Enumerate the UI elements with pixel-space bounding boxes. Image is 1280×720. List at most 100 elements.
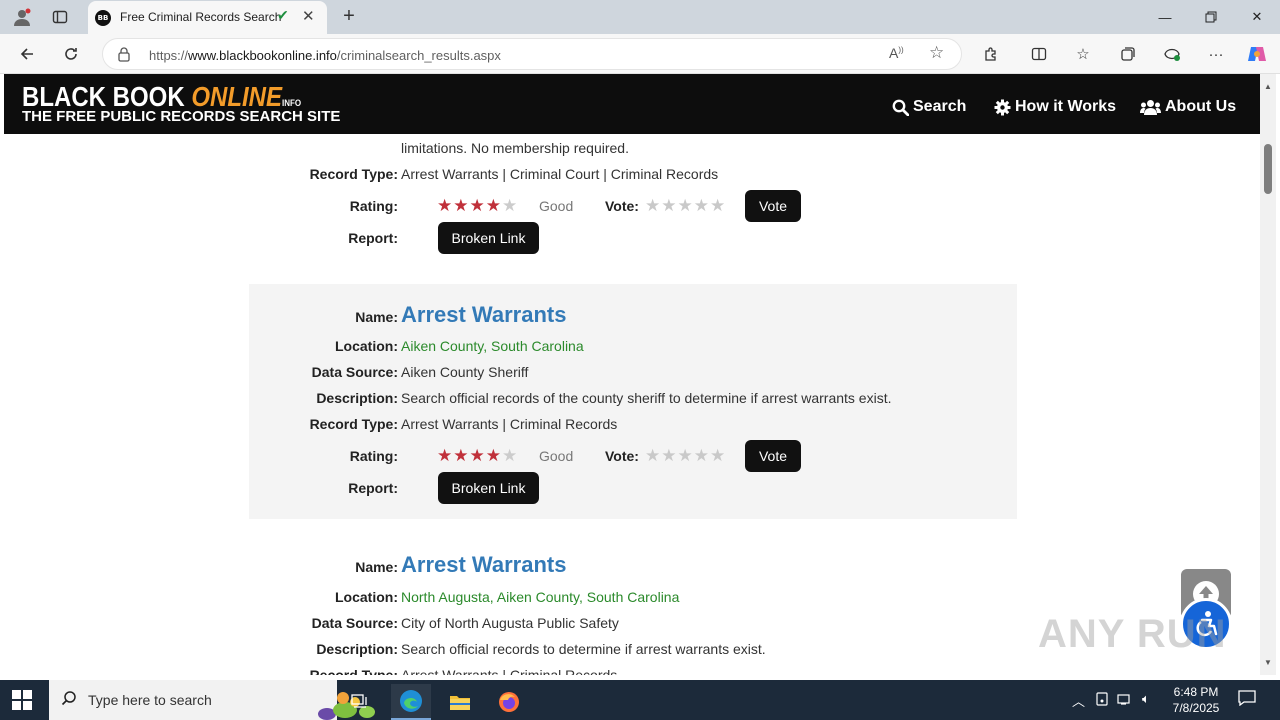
star-icon: ★ xyxy=(485,446,501,465)
search-icon xyxy=(892,99,909,116)
vote-label: Vote: xyxy=(605,198,639,214)
record-type-label: Record Type: xyxy=(309,166,398,182)
lock-icon[interactable] xyxy=(117,46,131,65)
wifi-icon[interactable] xyxy=(1117,691,1133,708)
clock-time: 6:48 PM xyxy=(1173,685,1219,699)
description-label: Description: xyxy=(316,641,398,657)
broken-link-button[interactable]: Broken Link xyxy=(438,472,539,504)
rating-label: Rating: xyxy=(349,448,398,464)
nav-search[interactable]: Search xyxy=(892,98,966,116)
results-page: limitations. No membership required. Rec… xyxy=(4,134,1260,675)
vote-button[interactable]: Vote xyxy=(745,440,801,472)
site-tagline: THE FREE PUBLIC RECORDS SEARCH SITE xyxy=(22,108,341,125)
favorite-star-icon[interactable]: ☆ xyxy=(929,43,944,63)
record-data-source: Aiken County Sheriff xyxy=(401,364,529,380)
firefox-icon[interactable] xyxy=(489,684,529,720)
copilot-icon[interactable] xyxy=(1246,43,1268,65)
scroll-down-icon[interactable]: ▼ xyxy=(1264,658,1272,667)
vote-star-icon[interactable]: ★ xyxy=(678,197,693,214)
nav-about-us[interactable]: About Us xyxy=(1140,98,1236,116)
location-link[interactable]: Aiken County xyxy=(401,338,483,354)
split-screen-icon[interactable] xyxy=(1028,43,1050,65)
vote-star-icon[interactable]: ★ xyxy=(710,197,725,214)
browser-essentials-icon[interactable] xyxy=(1161,43,1183,65)
page-scrollbar[interactable]: ▲ ▼ xyxy=(1260,74,1276,675)
gear-icon xyxy=(994,99,1011,115)
edge-browser-icon[interactable] xyxy=(391,684,431,720)
rating-word: Good xyxy=(539,448,574,464)
network-status-icon[interactable] xyxy=(1095,691,1109,710)
windows-start-icon[interactable] xyxy=(12,690,32,710)
settings-more-icon[interactable]: ··· xyxy=(1205,43,1227,65)
vote-star-icon[interactable]: ★ xyxy=(694,447,709,464)
collections-icon[interactable] xyxy=(1117,43,1139,65)
vote-star-icon[interactable]: ★ xyxy=(645,447,660,464)
anyrun-watermark: ANY RUN xyxy=(1038,612,1227,656)
back-icon[interactable] xyxy=(14,41,40,67)
record-data-source: City of North Augusta Public Safety xyxy=(401,615,619,631)
vote-star-icon[interactable]: ★ xyxy=(661,197,676,214)
star-icon: ★ xyxy=(502,446,518,465)
favorites-icon[interactable]: ☆ xyxy=(1072,43,1094,65)
location-label: Location: xyxy=(335,589,398,605)
vote-label: Vote: xyxy=(605,448,639,464)
address-bar[interactable]: https://www.blackbookonline.info/crimina… xyxy=(102,38,962,70)
vote-star-icon[interactable]: ★ xyxy=(710,447,725,464)
location-link[interactable]: North Augusta xyxy=(401,589,490,605)
close-tab-icon[interactable]: ✕ xyxy=(302,7,315,25)
tab-active[interactable]: BB Free Criminal Records Search ✔ ✕ xyxy=(88,1,327,34)
record-card: limitations. No membership required. Rec… xyxy=(249,134,1017,264)
new-tab-button[interactable]: + xyxy=(337,4,361,28)
nav-how-it-works[interactable]: How it Works xyxy=(994,98,1116,116)
extensions-icon[interactable] xyxy=(980,43,1002,65)
vote-stars[interactable]: ★ ★ ★ ★ ★ xyxy=(645,447,725,464)
tab-title: Free Criminal Records Search xyxy=(120,10,282,24)
taskbar-clock[interactable]: 6:48 PM 7/8/2025 xyxy=(1168,684,1224,716)
vote-star-icon[interactable]: ★ xyxy=(694,197,709,214)
tab-actions-icon[interactable] xyxy=(46,5,74,29)
record-description: limitations. No membership required. xyxy=(401,140,629,156)
scroll-thumb[interactable] xyxy=(1264,144,1272,194)
name-label: Name: xyxy=(355,559,398,575)
checkmark-icon: ✔ xyxy=(277,7,289,23)
minimize-icon[interactable]: — xyxy=(1150,5,1180,29)
broken-link-button[interactable]: Broken Link xyxy=(438,222,539,254)
refresh-icon[interactable] xyxy=(58,41,84,67)
users-icon xyxy=(1140,100,1161,115)
taskbar-search-box[interactable]: Type here to search xyxy=(49,680,375,720)
star-icon: ★ xyxy=(469,196,485,215)
record-name-link[interactable]: Arrest Warrants xyxy=(401,302,566,328)
vote-stars[interactable]: ★ ★ ★ ★ ★ xyxy=(645,197,725,214)
vote-button[interactable]: Vote xyxy=(745,190,801,222)
report-label: Report: xyxy=(348,480,398,496)
volume-icon[interactable]: 🔈︎ xyxy=(1142,691,1150,707)
file-explorer-icon[interactable] xyxy=(440,684,480,720)
vote-star-icon[interactable]: ★ xyxy=(645,197,660,214)
task-view-icon[interactable] xyxy=(340,684,380,720)
star-icon: ★ xyxy=(437,196,453,215)
record-name-link[interactable]: Arrest Warrants xyxy=(401,552,566,578)
record-description: Search official records to determine if … xyxy=(401,641,766,657)
star-icon: ★ xyxy=(485,196,501,215)
scroll-up-icon[interactable]: ▲ xyxy=(1264,82,1272,91)
vote-star-icon[interactable]: ★ xyxy=(678,447,693,464)
restore-icon[interactable] xyxy=(1196,5,1226,29)
location-link[interactable]: South Carolina xyxy=(491,338,584,354)
star-icon: ★ xyxy=(453,196,469,215)
profile-icon[interactable] xyxy=(8,5,36,29)
tray-chevron-icon[interactable]: ︿ xyxy=(1072,691,1085,710)
rating-word: Good xyxy=(539,198,574,214)
record-type-label: Record Type: xyxy=(309,667,398,675)
nav-how-label: How it Works xyxy=(1015,98,1117,115)
vote-star-icon[interactable]: ★ xyxy=(661,447,676,464)
notification-icon[interactable] xyxy=(1238,690,1256,711)
record-card: Name: Arrest Warrants Location: North Au… xyxy=(249,534,1017,675)
browser-toolbar: https://www.blackbookonline.info/crimina… xyxy=(0,34,1280,74)
url-text[interactable]: https://www.blackbookonline.info/crimina… xyxy=(149,48,501,63)
read-aloud-icon[interactable]: A)) xyxy=(889,45,904,61)
site-header: BLACK BOOK ONLINEINFO THE FREE PUBLIC RE… xyxy=(4,74,1260,134)
close-window-icon[interactable]: ✕ xyxy=(1242,5,1272,29)
search-icon xyxy=(61,690,77,710)
location-link[interactable]: South Carolina xyxy=(587,589,680,605)
location-link[interactable]: Aiken County xyxy=(497,589,579,605)
